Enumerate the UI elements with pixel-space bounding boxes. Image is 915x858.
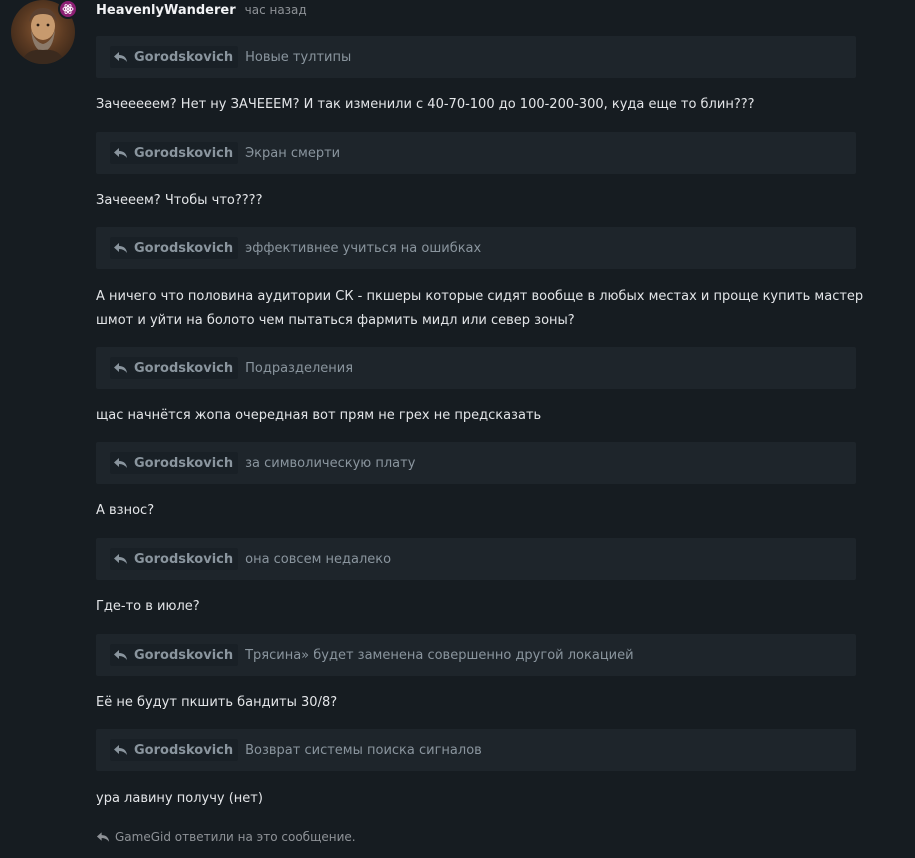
username[interactable]: HeavenlyWanderer (96, 3, 236, 18)
reply-arrow-icon (114, 243, 127, 253)
reply-text: Её не будут пкшить бандиты 30/8? (96, 695, 338, 710)
quote-author-chip[interactable]: Gorodskovich (110, 739, 239, 761)
quote-author-chip[interactable]: Gorodskovich (110, 357, 239, 379)
quote-author: Gorodskovich (134, 49, 234, 65)
reply-text: ура лавину получу (нет) (96, 791, 263, 806)
timestamp[interactable]: час назад (245, 3, 307, 17)
reply-arrow-icon (114, 554, 127, 564)
quote-block[interactable]: Gorodskovich Трясина» будет заменена сов… (96, 634, 856, 676)
quote-author-chip[interactable]: Gorodskovich (110, 237, 239, 259)
quote-text: Трясина» будет заменена совершенно друго… (245, 647, 634, 663)
reply-text: Зачееееем? Нет ну ЗАЧЕЕЕМ? И так изменил… (96, 97, 755, 112)
reply-text: Зачееем? Чтобы что???? (96, 193, 263, 208)
quote-author: Gorodskovich (134, 742, 234, 758)
avatar-container (11, 0, 78, 64)
quote-text: Новые тултипы (245, 49, 352, 65)
quote-author-chip[interactable]: Gorodskovich (110, 644, 239, 666)
quote-author: Gorodskovich (134, 551, 234, 567)
quote-author: Gorodskovich (134, 145, 234, 161)
quote-text: Экран смерти (245, 145, 341, 161)
quote-author: Gorodskovich (134, 240, 234, 256)
reply-text: Где-то в июле? (96, 599, 200, 614)
reply-arrow-icon (114, 745, 127, 755)
quote-block[interactable]: Gorodskovich эффективнее учиться на ошиб… (96, 227, 856, 269)
replies-footer[interactable]: GameGid ответили на это сообщение. (96, 830, 356, 844)
quote-author-chip[interactable]: Gorodskovich (110, 46, 239, 68)
quote-author: Gorodskovich (134, 360, 234, 376)
quote-author: Gorodskovich (134, 455, 234, 471)
reply-arrow-icon (96, 832, 110, 842)
react-atom-icon (58, 0, 78, 19)
reply-arrow-icon (114, 650, 127, 660)
quote-block[interactable]: Gorodskovich Подразделения (96, 347, 856, 389)
forum-post: HeavenlyWanderer час назад Gorodskovich … (0, 0, 915, 858)
quote-block[interactable]: Gorodskovich Экран смерти (96, 132, 856, 174)
quote-author-chip[interactable]: Gorodskovich (110, 452, 239, 474)
quote-block[interactable]: Gorodskovich за символическую плату (96, 442, 856, 484)
quote-text: Подразделения (245, 360, 354, 376)
quote-text: она совсем недалеко (245, 551, 392, 567)
reply-arrow-icon (114, 458, 127, 468)
quote-author-chip[interactable]: Gorodskovich (110, 142, 239, 164)
reply-arrow-icon (114, 363, 127, 373)
quote-text: Возврат системы поиска сигналов (245, 742, 482, 758)
reply-text: А взнос? (96, 503, 155, 518)
replies-footer-text: GameGid ответили на это сообщение. (115, 830, 356, 844)
reply-arrow-icon (114, 52, 127, 62)
quote-block[interactable]: Gorodskovich Возврат системы поиска сигн… (96, 729, 856, 771)
post-header: HeavenlyWanderer час назад (96, 3, 307, 21)
reply-text: щас начнётся жопа очередная вот прям не … (96, 408, 542, 423)
quote-text: эффективнее учиться на ошибках (245, 240, 482, 256)
quote-block[interactable]: Gorodskovich она совсем недалеко (96, 538, 856, 580)
reply-text: А ничего что половина аудитории СК - пкш… (96, 289, 864, 328)
quote-block[interactable]: Gorodskovich Новые тултипы (96, 36, 856, 78)
reply-arrow-icon (114, 148, 127, 158)
quote-author-chip[interactable]: Gorodskovich (110, 548, 239, 570)
quote-text: за символическую плату (245, 455, 416, 471)
quote-author: Gorodskovich (134, 647, 234, 663)
